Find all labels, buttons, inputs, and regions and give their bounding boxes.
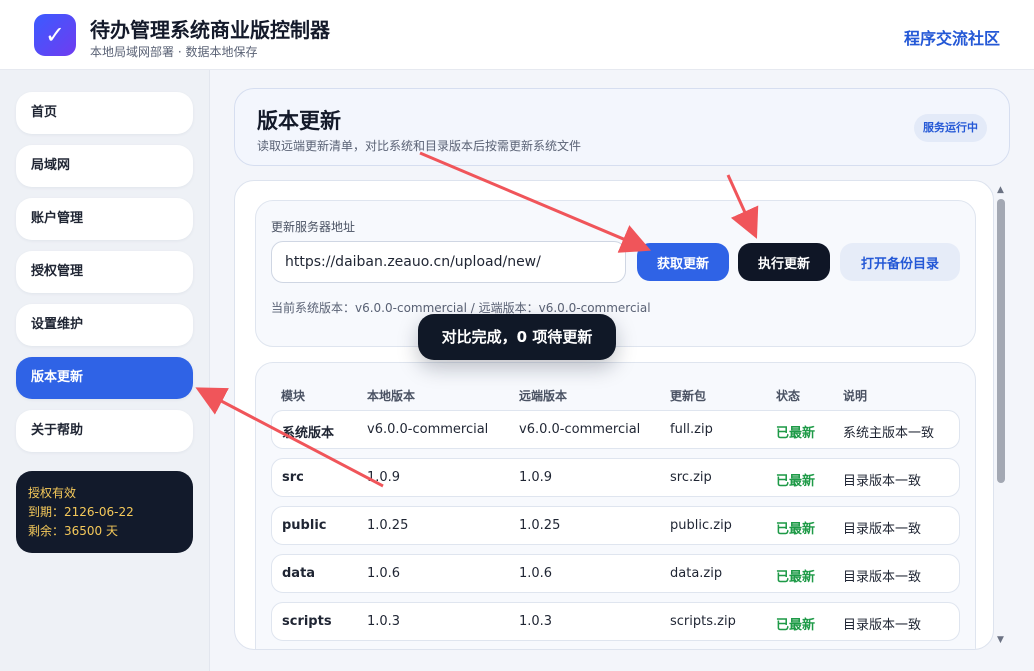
cell-local-version: 1.0.9 xyxy=(367,470,401,485)
cell-description: 系统主版本一致 xyxy=(843,426,935,441)
table-header-package: 更新包 xyxy=(670,389,707,403)
sidebar-item-home[interactable]: 首页 xyxy=(16,92,193,134)
page-description: 读取远端更新清单，对比系统和目录版本后按需更新系统文件 xyxy=(257,139,582,153)
cell-description: 目录版本一致 xyxy=(843,618,922,633)
sidebar-item-settings[interactable]: 设置维护 xyxy=(16,304,193,346)
cell-status: 已最新 xyxy=(776,522,816,537)
server-url-label: 更新服务器地址 xyxy=(271,220,356,234)
cell-remote-version: 1.0.25 xyxy=(519,518,561,533)
cell-local-version: 1.0.6 xyxy=(367,566,401,581)
table-header-local-version: 本地版本 xyxy=(367,389,416,403)
fetch-update-button[interactable]: 获取更新 xyxy=(637,243,729,281)
cell-module: 系统版本 xyxy=(282,426,335,441)
license-status: 授权有效 xyxy=(28,486,77,500)
service-status-badge: 服务运行中 xyxy=(914,114,987,142)
cell-package: src.zip xyxy=(670,470,712,485)
cell-local-version: v6.0.0-commercial xyxy=(367,422,489,437)
sidebar-item-license[interactable]: 授权管理 xyxy=(16,251,193,293)
app-header: ✓ 待办管理系统商业版控制器 本地局域网部署 · 数据本地保存 程序交流社区 xyxy=(0,0,1034,70)
cell-description: 目录版本一致 xyxy=(843,522,922,537)
cell-local-version: 1.0.3 xyxy=(367,614,401,629)
cell-package: public.zip xyxy=(670,518,732,533)
cell-remote-version: 1.0.9 xyxy=(519,470,553,485)
cell-module: data xyxy=(282,566,316,581)
table-header-status: 状态 xyxy=(776,389,801,403)
cell-module: scripts xyxy=(282,614,332,629)
table-header-module: 模块 xyxy=(281,389,306,403)
cell-description: 目录版本一致 xyxy=(843,570,922,585)
execute-update-button[interactable]: 执行更新 xyxy=(738,243,830,281)
cell-status: 已最新 xyxy=(776,618,816,633)
cell-status: 已最新 xyxy=(776,570,816,585)
open-backup-folder-button[interactable]: 打开备份目录 xyxy=(840,243,960,281)
table-row: 系统版本 v6.0.0-commercial v6.0.0-commercial… xyxy=(271,410,960,449)
community-link[interactable]: 程序交流社区 xyxy=(904,25,1000,49)
scroll-down-arrow-icon[interactable]: ▼ xyxy=(997,635,1004,645)
toast-notification: 对比完成，0 项待更新 xyxy=(418,314,616,360)
cell-description: 目录版本一致 xyxy=(843,474,922,489)
cell-module: public xyxy=(282,518,327,533)
page-header-card: 版本更新 读取远端更新清单，对比系统和目录版本后按需更新系统文件 服务运行中 xyxy=(234,88,1010,166)
cell-remote-version: v6.0.0-commercial xyxy=(519,422,641,437)
server-url-input[interactable] xyxy=(271,241,626,283)
sidebar-item-lan[interactable]: 局域网 xyxy=(16,145,193,187)
table-row: data 1.0.6 1.0.6 data.zip 已最新 目录版本一致 xyxy=(271,554,960,593)
scroll-up-arrow-icon[interactable]: ▲ xyxy=(997,185,1004,195)
sidebar-item-version-update[interactable]: 版本更新 xyxy=(16,357,193,399)
cell-status: 已最新 xyxy=(776,474,816,489)
cell-module: src xyxy=(282,470,304,485)
table-header-remote-version: 远端版本 xyxy=(519,389,568,403)
scrollbar-thumb[interactable] xyxy=(997,199,1005,483)
license-status-card: 授权有效 到期：2126-06-22 剩余：36500 天 xyxy=(16,471,193,553)
table-row: src 1.0.9 1.0.9 src.zip 已最新 目录版本一致 xyxy=(271,458,960,497)
table-header-description: 说明 xyxy=(843,389,868,403)
cell-package: full.zip xyxy=(670,422,713,437)
cell-status: 已最新 xyxy=(776,426,816,441)
cell-remote-version: 1.0.3 xyxy=(519,614,553,629)
sidebar-item-about[interactable]: 关于帮助 xyxy=(16,410,193,452)
cell-package: data.zip xyxy=(670,566,723,581)
cell-remote-version: 1.0.6 xyxy=(519,566,553,581)
cell-package: scripts.zip xyxy=(670,614,736,629)
sidebar: 首页 局域网 账户管理 授权管理 设置维护 版本更新 关于帮助 授权有效 到期：… xyxy=(0,70,210,671)
module-version-table: 模块 本地版本 远端版本 更新包 状态 说明 系统版本 v6.0.0-comme… xyxy=(255,362,976,649)
page-title: 版本更新 xyxy=(257,109,341,133)
table-row: public 1.0.25 1.0.25 public.zip 已最新 目录版本… xyxy=(271,506,960,545)
license-expiry: 到期：2126-06-22 xyxy=(28,505,134,519)
sidebar-item-accounts[interactable]: 账户管理 xyxy=(16,198,193,240)
license-remaining: 剩余：36500 天 xyxy=(28,524,118,538)
table-row: scripts 1.0.3 1.0.3 scripts.zip 已最新 目录版本… xyxy=(271,602,960,641)
vertical-scrollbar[interactable]: ▲ ▼ xyxy=(995,185,1007,647)
app-title: 待办管理系统商业版控制器 xyxy=(90,18,330,42)
app-subtitle: 本地局域网部署 · 数据本地保存 xyxy=(90,45,258,59)
content-panel: 更新服务器地址 获取更新 执行更新 打开备份目录 当前系统版本：v6.0.0-c… xyxy=(234,180,994,650)
update-server-card: 更新服务器地址 获取更新 执行更新 打开备份目录 当前系统版本：v6.0.0-c… xyxy=(255,200,976,347)
cell-local-version: 1.0.25 xyxy=(367,518,409,533)
app-logo-check-icon: ✓ xyxy=(34,14,76,56)
